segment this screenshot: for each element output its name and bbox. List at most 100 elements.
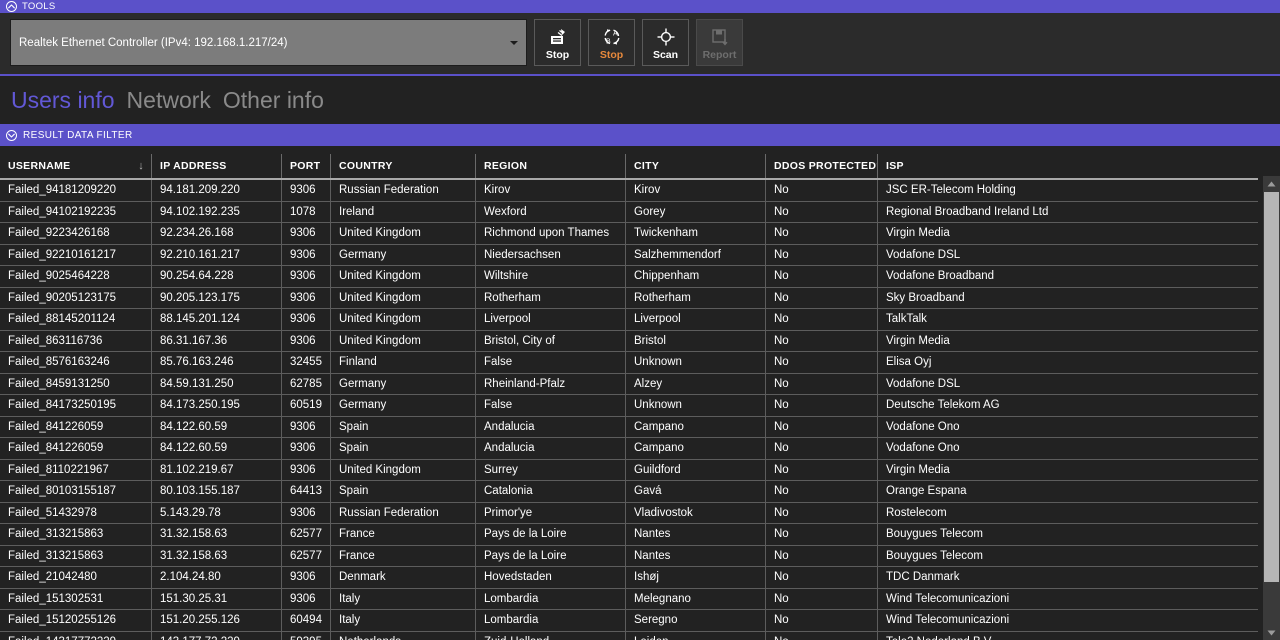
table-cell: 151.20.255.126 [152,610,282,631]
chevron-down-circle-icon[interactable] [6,129,17,141]
tab-users-info[interactable]: Users info [11,88,115,112]
table-cell: No [766,180,878,201]
table-cell: 5.143.29.78 [152,502,282,523]
column-header-ip-address[interactable]: IP ADDRESS [152,154,282,178]
table-cell: Primor'ye [476,502,626,523]
vertical-scrollbar[interactable] [1263,176,1280,640]
table-cell: 81.102.219.67 [152,459,282,480]
table-row[interactable]: Failed_51432978 5.143.29.78 9306 Russian Fe… [0,502,1258,524]
tab-other-info[interactable]: Other info [223,88,324,112]
crosshair-scan-icon [656,25,676,49]
table-cell: 62785 [282,373,331,394]
table-cell: Chippenham [626,266,766,287]
table-row[interactable]: Failed_9223426168 92.234.26.168 9306 United… [0,223,1258,245]
table-row[interactable]: Failed_313215863 31.32.158.63 62577 France P… [0,545,1258,567]
column-header-isp[interactable]: ISP [878,154,1258,178]
table-row[interactable]: Failed_841226059 84.122.60.59 9306 Spain And… [0,416,1258,438]
table-cell: JSC ER-Telecom Holding [886,184,1016,197]
table-cell: 92.210.161.217 [152,244,282,265]
table-cell: Failed_80103155187 [0,481,152,502]
table-cell: 9306 [282,309,331,330]
scroll-up-arrow-icon[interactable] [1263,176,1280,191]
results-table: USERNAME ↓ IP ADDRESS PORT COUNTRY REGION CITY… [0,154,1280,640]
tools-panel-header[interactable]: TOOLS [0,0,1280,13]
table-cell: Rostelecom [886,506,947,519]
table-cell: Failed_14317772229 [0,631,152,640]
table-cell: No [766,416,878,437]
table-row[interactable]: Failed_21042480 2.104.24.80 9306 Denmark Hov… [0,567,1258,589]
table-cell: Italy [331,588,476,609]
table-cell: Failed_9223426168 [0,223,152,244]
table-row[interactable]: Failed_8459131250 84.59.131.250 62785 Germa… [0,373,1258,395]
table-cell: Gavá [626,481,766,502]
table-row[interactable]: Failed_84173250195 84.173.250.195 60519 Ger… [0,395,1258,417]
stop-resolve-button[interactable]: A B Stop [588,19,635,66]
result-data-filter-bar[interactable]: RESULT DATA FILTER [0,124,1280,146]
table-row[interactable]: Failed_8110221967 81.102.219.67 9306 United… [0,459,1258,481]
table-cell: No [766,524,878,545]
table-cell: No [766,201,878,222]
table-row[interactable]: Failed_94102192235 94.102.192.235 1078 Irel… [0,201,1258,223]
table-cell: 32455 [282,352,331,373]
table-row[interactable]: Failed_80103155187 80.103.155.187 64413 Spa… [0,481,1258,503]
table-row[interactable]: Failed_9025464228 90.254.64.228 9306 United… [0,266,1258,288]
column-header-username[interactable]: USERNAME ↓ [0,154,152,178]
tab-bar: Users info Network Other info [0,78,1280,122]
table-cell: 9306 [282,588,331,609]
network-adapter-dropdown[interactable]: Realtek Ethernet Controller (IPv4: 192.1… [10,19,527,66]
table-cell: Zuid-Holland [476,631,626,640]
table-cell: Failed_313215863 [0,545,152,566]
table-cell: No [766,545,878,566]
table-row[interactable]: Failed_90205123175 90.205.123.175 9306 Unit… [0,287,1258,309]
table-header-row: USERNAME ↓ IP ADDRESS PORT COUNTRY REGION CITY… [0,154,1258,180]
table-row[interactable]: Failed_313215863 31.32.158.63 62577 France P… [0,524,1258,546]
table-cell: Rotherham [626,287,766,308]
table-cell: Failed_15120255126 [0,610,152,631]
tab-network[interactable]: Network [127,88,211,112]
table-row[interactable]: Failed_15120255126 151.20.255.126 60494 Ita… [0,610,1258,632]
chevron-up-circle-icon[interactable] [6,1,17,12]
column-header-country[interactable]: COUNTRY [331,154,476,178]
column-header-city[interactable]: CITY [626,154,766,178]
table-cell: Wind Telecomunicazioni [886,592,1010,605]
column-header-region[interactable]: REGION [476,154,626,178]
table-row[interactable]: Failed_8576163246 85.76.163.246 32455 Finla… [0,352,1258,374]
table-row[interactable]: Failed_94181209220 94.181.209.220 9306 Russ… [0,180,1258,202]
column-header-port[interactable]: PORT [282,154,331,178]
table-cell: Unknown [626,395,766,416]
table-cell: Failed_151302531 [0,588,152,609]
table-row[interactable]: Failed_841226059 84.122.60.59 9306 Spain And… [0,438,1258,460]
table-row[interactable]: Failed_88145201124 88.145.201.124 9306 Unit… [0,309,1258,331]
column-header-label: USERNAME [8,160,71,172]
column-header-label: ISP [886,160,904,172]
table-cell: Leiden [626,631,766,640]
table-row[interactable]: Failed_14317772229143.177.72.22959395Net… [0,631,1258,640]
table-cell: No [766,266,878,287]
table-row[interactable]: Failed_863116736 86.31.167.36 9306 United K… [0,330,1258,352]
table-cell: Failed_92210161217 [0,244,152,265]
stop-capture-button[interactable]: Stop [534,19,581,66]
table-cell: 90.205.123.175 [152,287,282,308]
table-cell: No [766,395,878,416]
table-cell: Tele2 Nederland B.V. [878,632,1258,640]
table-cell: Sky Broadband [886,291,965,304]
table-cell: 31.32.158.63 [152,545,282,566]
table-cell: Lombardia [476,588,626,609]
report-button[interactable]: Report [696,19,743,66]
table-cell: Bristol [626,330,766,351]
table-cell: Pays de la Loire [476,545,626,566]
table-row[interactable]: Failed_151302531 151.30.25.31 9306 Italy Lom… [0,588,1258,610]
report-label: Report [702,48,737,61]
save-report-icon [710,25,730,49]
table-row[interactable]: Failed_92210161217 92.210.161.217 9306 Germ… [0,244,1258,266]
scan-button[interactable]: Scan [642,19,689,66]
table-cell: Rotherham [476,287,626,308]
table-cell: Virgin Media [886,463,950,476]
table-cell: Wind Telecomunicazioni [886,614,1010,627]
sort-descending-icon[interactable]: ↓ [138,160,144,172]
column-header-ddos-protected[interactable]: DDOS PROTECTED? [766,154,878,178]
table-cell: No [766,244,878,265]
table-cell: 88.145.201.124 [152,309,282,330]
scrollbar-thumb[interactable] [1264,192,1279,582]
scroll-down-arrow-icon[interactable] [1263,625,1280,640]
